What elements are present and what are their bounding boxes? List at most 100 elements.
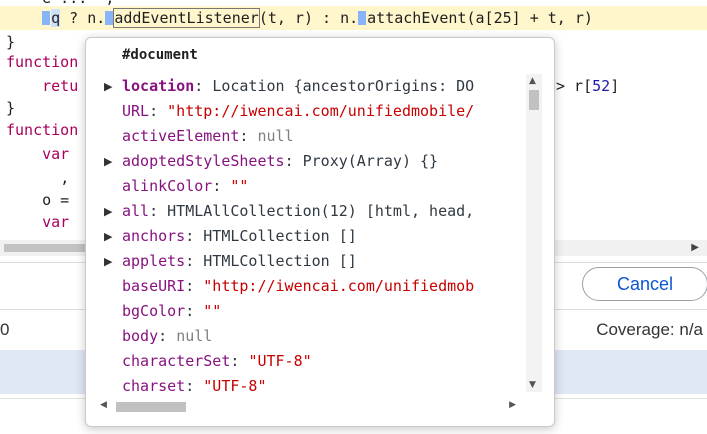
popover-horizontal-scrollbar[interactable]: ◀ ▶	[94, 398, 524, 414]
property-entry: all: HTMLAllCollection(12) [html, head,	[122, 199, 474, 224]
expand-triangle-icon[interactable]: ▶	[104, 149, 112, 174]
property-name: alinkColor	[122, 177, 213, 195]
property-row-location[interactable]: ▶ location: Location {ancestorOrigins: DO	[86, 74, 526, 99]
property-separator: :	[185, 277, 204, 295]
scroll-left-arrow-icon[interactable]: ◀	[100, 400, 107, 410]
property-value: ""	[203, 302, 222, 320]
property-entry: baseURI: "http://iwencai.com/unifiedmob	[122, 274, 474, 299]
code-line: retu	[42, 77, 79, 95]
inline-breakpoint-icon[interactable]	[105, 11, 114, 25]
object-preview-popover[interactable]: #document ▶ location: Location {ancestorO…	[85, 37, 555, 427]
hovered-token[interactable]: q	[51, 9, 61, 27]
code-line-current[interactable]: q ? n. addEventListener(t, r) : n. attachE…	[6, 6, 593, 30]
property-value: "http://iwencai.com/unifiedmobile/	[167, 102, 475, 120]
code-line: var	[42, 145, 70, 163]
method-add-event-listener[interactable]: addEventListener	[113, 8, 260, 28]
popover-title: #document	[122, 47, 198, 63]
property-separator: :	[185, 377, 204, 392]
property-separator: :	[194, 77, 213, 95]
property-list[interactable]: ▶ location: Location {ancestorOrigins: DO…	[86, 74, 526, 392]
property-name: characterSet	[122, 352, 231, 370]
property-separator: :	[149, 202, 168, 220]
property-separator: :	[212, 177, 231, 195]
expand-triangle-icon[interactable]: ▶	[104, 199, 112, 224]
expand-triangle-icon[interactable]: ▶	[104, 224, 112, 249]
property-value: null	[176, 327, 213, 345]
property-name: adoptedStyleSheets	[122, 152, 285, 170]
property-name: bgColor	[122, 302, 186, 320]
property-name: activeElement	[122, 127, 240, 145]
code-line: function	[6, 121, 79, 139]
scroll-up-arrow-icon[interactable]: ▲	[529, 76, 536, 86]
coverage-status[interactable]: Coverage: n/a	[596, 320, 703, 340]
property-value: null	[257, 127, 294, 145]
property-entry: anchors: HTMLCollection []	[122, 224, 357, 249]
property-entry: body: null	[122, 324, 212, 349]
property-separator: :	[239, 127, 258, 145]
property-row-alinkcolor[interactable]: alinkColor: ""	[86, 174, 526, 199]
property-entry: bgColor: ""	[122, 299, 221, 324]
property-entry: applets: HTMLCollection []	[122, 249, 357, 274]
property-value: "UTF-8"	[248, 352, 312, 370]
popover-vertical-scrollbar[interactable]: ▲ ▼	[526, 74, 542, 392]
scroll-right-arrow-icon[interactable]: ▶	[691, 242, 699, 253]
breakpoint-marker-icon[interactable]	[42, 11, 51, 25]
property-entry: URL: "http://iwencai.com/unifiedmobile/	[122, 99, 474, 124]
property-separator: :	[230, 352, 249, 370]
property-entry: alinkColor: ""	[122, 174, 248, 199]
property-value: "UTF-8"	[203, 377, 267, 392]
property-row-applets[interactable]: ▶ applets: HTMLCollection []	[86, 249, 526, 274]
property-separator: :	[185, 227, 204, 245]
property-name: baseURI	[122, 277, 186, 295]
property-entry: charset: "UTF-8"	[122, 374, 267, 392]
code-line-tail: > r[52]	[556, 77, 620, 95]
property-entry: activeElement: null	[122, 124, 294, 149]
property-value: ""	[230, 177, 249, 195]
property-row-adoptedstylesheets[interactable]: ▶ adoptedStyleSheets: Proxy(Array) {}	[86, 149, 526, 174]
property-separator: :	[149, 102, 168, 120]
property-value: HTMLCollection []	[203, 227, 357, 245]
property-row-body[interactable]: body: null	[86, 324, 526, 349]
property-row-url[interactable]: URL: "http://iwencai.com/unifiedmobile/	[86, 99, 526, 124]
property-entry: location: Location {ancestorOrigins: DO	[122, 74, 474, 99]
inline-breakpoint-icon[interactable]	[358, 11, 367, 25]
property-entry: adoptedStyleSheets: Proxy(Array) {}	[122, 149, 438, 174]
scroll-down-arrow-icon[interactable]: ▼	[529, 380, 536, 390]
property-separator: :	[185, 252, 204, 270]
code-line: o =	[42, 191, 70, 209]
property-value: Proxy(Array) {}	[302, 152, 439, 170]
popover-vscroll-thumb[interactable]	[529, 90, 539, 110]
property-entry: characterSet: "UTF-8"	[122, 349, 312, 374]
property-row-bgcolor[interactable]: bgColor: ""	[86, 299, 526, 324]
property-row-activeelement[interactable]: activeElement: null	[86, 124, 526, 149]
code-line: var	[42, 213, 70, 231]
method-attach-event[interactable]: attachEvent	[367, 9, 466, 27]
property-name: charset	[122, 377, 186, 392]
property-row-all[interactable]: ▶ all: HTMLAllCollection(12) [html, head,	[86, 199, 526, 224]
property-separator: :	[185, 302, 204, 320]
scroll-right-arrow-icon[interactable]: ▶	[509, 400, 516, 410]
property-name: anchors	[122, 227, 186, 245]
property-row-characterset[interactable]: characterSet: "UTF-8"	[86, 349, 526, 374]
cancel-button[interactable]: Cancel	[582, 267, 707, 301]
property-separator: :	[158, 327, 177, 345]
code-line: }	[6, 99, 16, 117]
property-value: "http://iwencai.com/unifiedmob	[203, 277, 475, 295]
property-name: URL	[122, 102, 150, 120]
property-value: HTMLAllCollection(12) [html, head,	[167, 202, 475, 220]
status-count: 0	[0, 320, 10, 339]
code-line: function	[6, 53, 79, 71]
code-line: ,	[60, 169, 70, 187]
expand-triangle-icon[interactable]: ▶	[104, 249, 112, 274]
property-name: all	[122, 202, 150, 220]
property-name: location	[122, 77, 195, 95]
property-separator: :	[284, 152, 303, 170]
expand-triangle-icon[interactable]: ▶	[104, 74, 112, 99]
property-name: body	[122, 327, 159, 345]
property-row-anchors[interactable]: ▶ anchors: HTMLCollection []	[86, 224, 526, 249]
property-row-baseuri[interactable]: baseURI: "http://iwencai.com/unifiedmob	[86, 274, 526, 299]
property-row-charset[interactable]: charset: "UTF-8"	[86, 374, 526, 392]
popover-hscroll-thumb[interactable]	[116, 402, 186, 412]
property-value: Location {ancestorOrigins: DO	[212, 77, 475, 95]
property-name: applets	[122, 252, 186, 270]
